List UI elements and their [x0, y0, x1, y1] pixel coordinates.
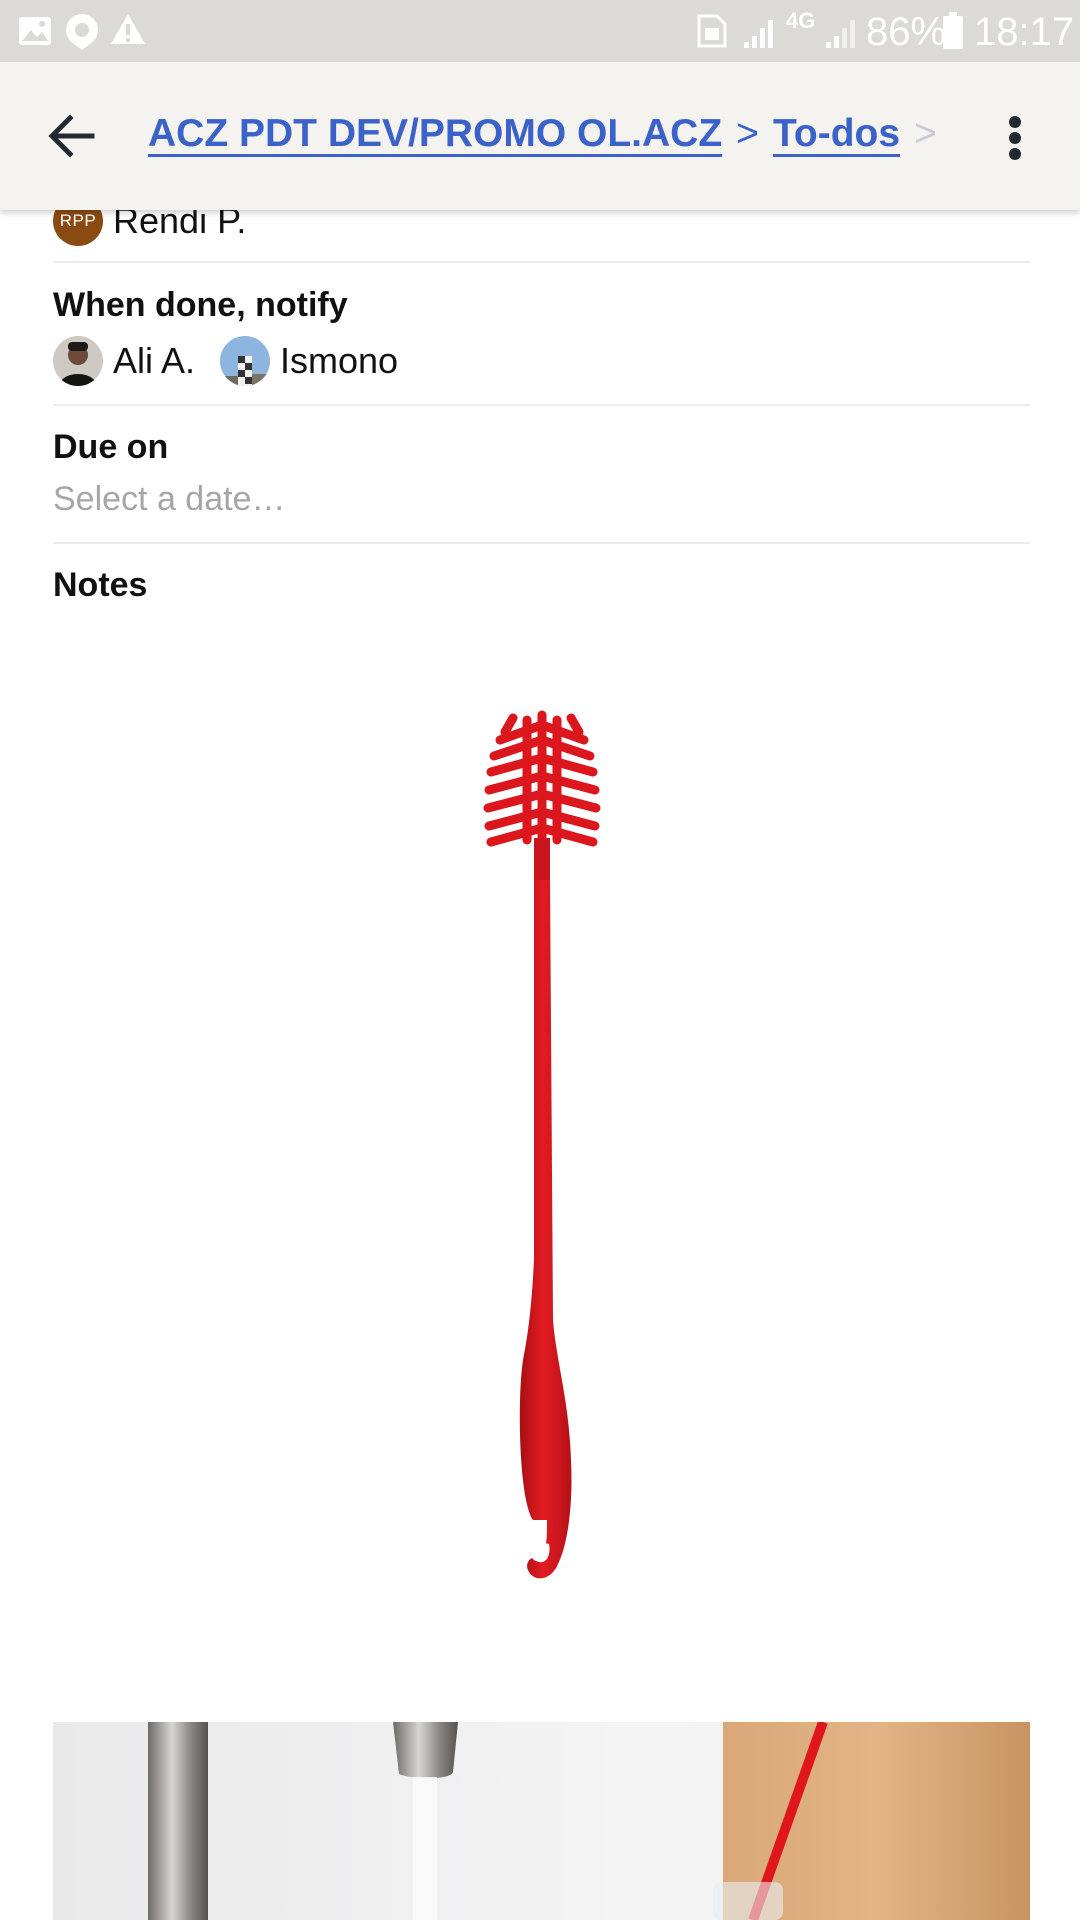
red-bottle-brush-image[interactable]	[53, 640, 1030, 1600]
bottle-brush-in-sink-photo[interactable]	[53, 1722, 1030, 1920]
notify-person-name: Ali A.	[113, 340, 196, 381]
breadcrumb-todos-link[interactable]: To-dos	[773, 112, 900, 155]
divider	[53, 261, 1030, 263]
todo-detail-content: RPP Rendi P. When done, notify Ali A. Is…	[0, 0, 1080, 1920]
signal-icon	[744, 20, 773, 48]
divider	[53, 404, 1030, 406]
arrow-left-icon	[48, 114, 95, 158]
warning-icon	[111, 14, 145, 44]
avatar-initials: RPP	[59, 211, 97, 230]
back-button[interactable]	[30, 96, 116, 176]
divider	[53, 542, 1030, 544]
battery-percent: 86%	[866, 10, 947, 54]
avatar-ismono	[220, 336, 270, 386]
todo-detail-screen: RPP Rendi P. When done, notify Ali A. Is…	[0, 0, 1080, 1920]
more-options-button[interactable]	[990, 102, 1040, 172]
notify-section-title: When done, notify	[53, 286, 348, 324]
status-bar: 4G 86% 18:17	[0, 0, 1080, 62]
notes-section-title: Notes	[53, 566, 148, 604]
clock: 18:17	[974, 10, 1075, 54]
breadcrumb-project-link[interactable]: ACZ PDT DEV/PROMO OL.ACZ	[148, 112, 722, 155]
notify-person-name: Ismono	[280, 340, 399, 381]
signal-icon	[826, 20, 855, 48]
breadcrumb: ACZ PDT DEV/PROMO OL.ACZ > To-dos >	[148, 104, 938, 164]
app-bar: ACZ PDT DEV/PROMO OL.ACZ > To-dos >	[0, 62, 1080, 210]
sim-icon	[697, 14, 727, 48]
location-icon	[66, 14, 98, 50]
battery-icon	[943, 12, 963, 49]
avatar-ali	[53, 336, 103, 386]
notify-people-row[interactable]: Ali A. Ismono	[53, 336, 453, 386]
breadcrumb-separator: >	[914, 112, 937, 155]
due-date-picker[interactable]: Select a date…	[53, 476, 285, 522]
due-section-title: Due on	[53, 428, 169, 466]
image-icon	[19, 17, 51, 45]
breadcrumb-separator: >	[736, 112, 759, 155]
network-type: 4G	[786, 8, 816, 33]
